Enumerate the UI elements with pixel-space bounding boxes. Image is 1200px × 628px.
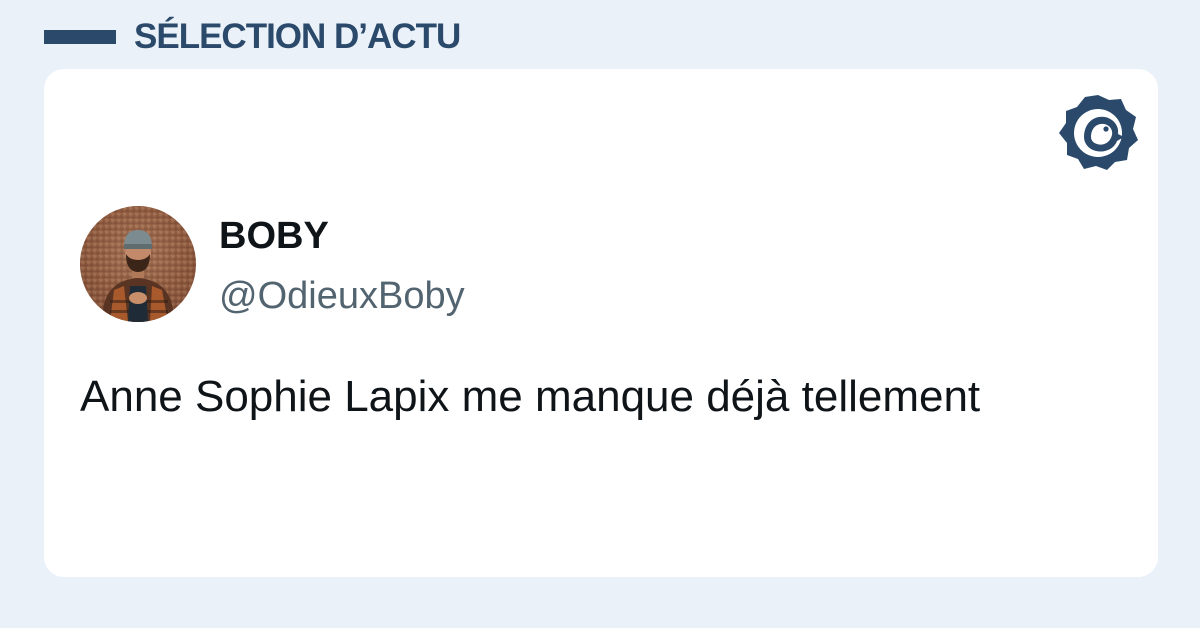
avatar-photo xyxy=(80,206,196,322)
header-accent-bar xyxy=(44,30,116,44)
tweet-text: Anne Sophie Lapix me manque déjà telleme… xyxy=(80,372,981,421)
user-avatar[interactable] xyxy=(80,206,196,322)
section-title: SÉLECTION D’ACTU xyxy=(134,17,461,56)
tweet-card: BOBY @OdieuxBoby Anne Sophie Lapix me ma… xyxy=(44,69,1158,577)
tweet-display-name[interactable]: BOBY xyxy=(219,213,329,259)
tweet-handle[interactable]: @OdieuxBoby xyxy=(219,273,465,319)
chick-badge-icon xyxy=(1059,95,1138,170)
